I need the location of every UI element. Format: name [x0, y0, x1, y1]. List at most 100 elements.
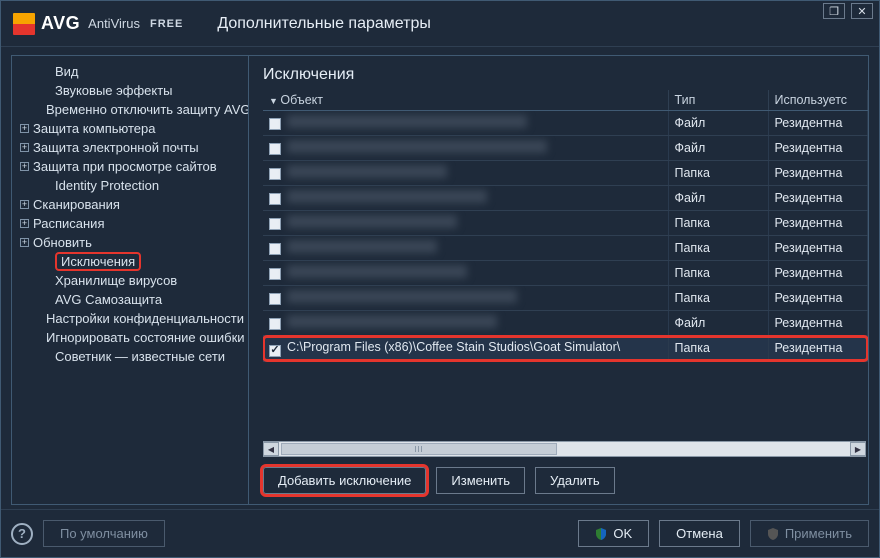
ok-button[interactable]: OK [578, 520, 649, 547]
row-checkbox[interactable] [269, 243, 281, 255]
row-checkbox[interactable] [269, 268, 281, 280]
tree-item[interactable]: +Защита при просмотре сайтов [12, 157, 248, 176]
cell-type: Папка [668, 161, 768, 186]
scroll-left-icon[interactable]: ◀ [263, 442, 279, 456]
help-icon[interactable]: ? [11, 523, 33, 545]
table-row[interactable]: ПапкаРезидентна [263, 286, 868, 311]
scroll-right-icon[interactable]: ▶ [850, 442, 866, 456]
settings-tree: Вид Звуковые эффекты Временно отключить за… [11, 55, 249, 505]
row-checkbox[interactable] [269, 118, 281, 130]
tree-item-label: Identity Protection [55, 178, 159, 193]
table-row[interactable]: ФайлРезидентна [263, 311, 868, 336]
cell-object [263, 311, 668, 336]
table-row[interactable]: ПапкаРезидентна [263, 211, 868, 236]
redacted-path [287, 315, 497, 328]
footer: ? По умолчанию OK Отмена Применить [1, 509, 879, 557]
row-checkbox[interactable] [269, 345, 281, 357]
tree-item-label: Временно отключить защиту AVG [46, 102, 249, 117]
window-restore-button[interactable]: ❐ [823, 3, 845, 19]
table-row[interactable]: C:\Program Files (x86)\Coffee Stain Stud… [263, 336, 868, 362]
table-row[interactable]: ПапкаРезидентна [263, 161, 868, 186]
ok-label: OK [613, 526, 632, 541]
row-checkbox[interactable] [269, 218, 281, 230]
brand-main: AVG [41, 13, 80, 34]
redacted-path [287, 190, 487, 203]
row-path: C:\Program Files (x86)\Coffee Stain Stud… [287, 340, 620, 354]
cell-used: Резидентна [768, 311, 868, 336]
window-title: Дополнительные параметры [217, 15, 431, 33]
tree-item-label: Исключения [55, 252, 141, 271]
expand-icon[interactable]: + [20, 200, 29, 209]
cell-object [263, 236, 668, 261]
tree-spacer [42, 67, 51, 76]
tree-item-label: Хранилище вирусов [55, 273, 177, 288]
brand-sub: AntiVirus [88, 16, 140, 31]
tree-spacer [42, 276, 51, 285]
row-checkbox[interactable] [269, 168, 281, 180]
redacted-path [287, 165, 447, 178]
cell-used: Резидентна [768, 211, 868, 236]
tree-item-label: Расписания [33, 216, 104, 231]
window-close-button[interactable]: ✕ [851, 3, 873, 19]
tree-item[interactable]: + Расписания [12, 214, 248, 233]
cell-object [263, 261, 668, 286]
tree-item[interactable]: Советник — известные сети [12, 347, 248, 366]
delete-exclusion-button[interactable]: Удалить [535, 467, 615, 494]
tree-item-label: Вид [55, 64, 79, 79]
tree-item[interactable]: Identity Protection [12, 176, 248, 195]
expand-icon[interactable]: + [20, 162, 29, 171]
table-row[interactable]: ФайлРезидентна [263, 111, 868, 136]
table-row[interactable]: ФайлРезидентна [263, 136, 868, 161]
expand-icon[interactable]: + [20, 124, 29, 133]
table-row[interactable]: ПапкаРезидентна [263, 236, 868, 261]
expand-icon[interactable]: + [20, 219, 29, 228]
col-object[interactable]: Объект [263, 90, 668, 111]
col-type[interactable]: Тип [668, 90, 768, 111]
tree-item[interactable]: +Защита компьютера [12, 119, 248, 138]
col-used[interactable]: Используетс [768, 90, 868, 111]
edit-exclusion-button[interactable]: Изменить [436, 467, 525, 494]
expand-icon[interactable]: + [20, 238, 29, 247]
apply-button[interactable]: Применить [750, 520, 869, 547]
tree-item[interactable]: Исключения [12, 252, 248, 271]
tree-item-label: AVG Самозащита [55, 292, 162, 307]
titlebar: AVG AntiVirus FREE Дополнительные параме… [1, 1, 879, 47]
table-row[interactable]: ФайлРезидентна [263, 186, 868, 211]
cell-type: Файл [668, 111, 768, 136]
expand-icon[interactable]: + [20, 143, 29, 152]
app-logo: AVG AntiVirus FREE [13, 13, 183, 35]
tree-item[interactable]: Звуковые эффекты [12, 81, 248, 100]
cell-type: Папка [668, 336, 768, 362]
tree-item[interactable]: +Защита электронной почты [12, 138, 248, 157]
tree-item-label: Звуковые эффекты [55, 83, 173, 98]
tree-item[interactable]: Настройки конфиденциальности [12, 309, 248, 328]
table-row[interactable]: ПапкаРезидентна [263, 261, 868, 286]
tree-item[interactable]: +Сканирования [12, 195, 248, 214]
cell-type: Файл [668, 136, 768, 161]
row-checkbox[interactable] [269, 193, 281, 205]
defaults-button[interactable]: По умолчанию [43, 520, 165, 547]
row-checkbox[interactable] [269, 318, 281, 330]
tree-item[interactable]: Хранилище вирусов [12, 271, 248, 290]
tree-item[interactable]: + Обновить [12, 233, 248, 252]
row-checkbox[interactable] [269, 293, 281, 305]
tree-item[interactable]: Временно отключить защиту AVG [12, 100, 248, 119]
avg-logo-icon [13, 13, 35, 35]
shield-icon [595, 528, 607, 540]
redacted-path [287, 215, 457, 228]
add-exclusion-button[interactable]: Добавить исключение [263, 467, 426, 494]
tree-item[interactable]: AVG Самозащита [12, 290, 248, 309]
horizontal-scrollbar[interactable]: ◀ ▶ [263, 441, 866, 457]
tree-item[interactable]: Вид [12, 62, 248, 81]
content-panel: Исключения Объект Тип Используетс ФайлРе… [249, 55, 869, 505]
cell-object [263, 286, 668, 311]
tree-item-label: Обновить [33, 235, 92, 250]
cancel-button[interactable]: Отмена [659, 520, 740, 547]
redacted-path [287, 140, 547, 153]
brand-free: FREE [150, 18, 183, 30]
scroll-thumb[interactable] [281, 443, 557, 455]
row-checkbox[interactable] [269, 143, 281, 155]
cell-used: Резидентна [768, 336, 868, 362]
redacted-path [287, 290, 517, 303]
tree-item[interactable]: Игнорировать состояние ошибки [12, 328, 248, 347]
